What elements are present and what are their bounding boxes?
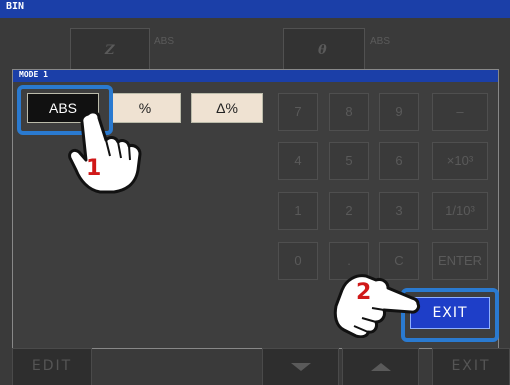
keypad-key[interactable]: 1 [278, 192, 318, 230]
pointing-hand-icon [333, 274, 420, 339]
param-z-mode: ABS [154, 36, 175, 47]
keypad-key[interactable]: 6 [379, 142, 419, 180]
keypad-key[interactable]: ×10³ [432, 142, 488, 180]
bottom-exit-button[interactable]: EXIT [432, 348, 510, 385]
dialog-title: MODE 1 [19, 70, 48, 79]
param-theta-symbol: θ [318, 43, 327, 58]
edit-button[interactable]: EDIT [12, 348, 92, 385]
callout-2-number: 2 [356, 280, 372, 305]
up-button[interactable] [342, 348, 419, 385]
keypad-key[interactable]: 9 [379, 93, 419, 131]
keypad-key[interactable]: ENTER [432, 242, 488, 280]
param-z-button[interactable]: Z [70, 28, 150, 70]
param-theta-button[interactable]: θ [283, 28, 365, 70]
bottom-exit-label: EXIT [451, 358, 491, 374]
keypad-key[interactable]: 1/10³ [432, 192, 488, 230]
keypad-key[interactable]: 4 [278, 142, 318, 180]
keypad-key[interactable]: 2 [329, 192, 369, 230]
screen: BIN Z ABS θ ABS MODE 1 ABS % Δ% 7 8 9–4 5 6 ×… [0, 0, 510, 385]
arrow-up-icon [370, 363, 391, 371]
mode-delta-percent-button[interactable]: Δ% [191, 93, 263, 123]
callout-1: 1 [66, 108, 150, 200]
dialog-exit-button[interactable]: EXIT [410, 297, 490, 329]
window-title: BIN [6, 1, 25, 12]
param-theta-mode: ABS [370, 36, 391, 47]
keypad-key[interactable]: 0 [278, 242, 318, 280]
down-button[interactable] [262, 348, 339, 385]
keypad-key[interactable]: 8 [329, 93, 369, 131]
param-z-symbol: Z [105, 43, 115, 58]
callout-1-number: 1 [86, 156, 102, 181]
callout-2: 2 [332, 268, 422, 339]
arrow-down-icon [290, 363, 311, 371]
edit-label: EDIT [31, 358, 73, 374]
keypad-key[interactable]: – [432, 93, 488, 131]
pointing-hand-icon [68, 110, 142, 194]
keypad-key[interactable]: 3 [379, 192, 419, 230]
dialog-titlebar: MODE 1 [13, 70, 498, 82]
keypad-key[interactable]: 7 [278, 93, 318, 131]
window-titlebar: BIN [0, 0, 510, 18]
keypad-key[interactable]: 5 [329, 142, 369, 180]
